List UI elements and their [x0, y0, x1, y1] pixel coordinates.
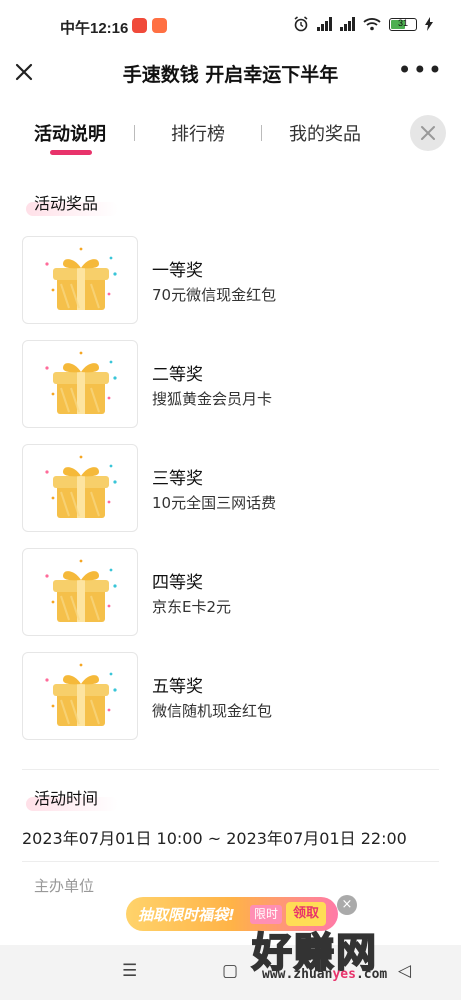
prize-thumbnail [22, 444, 138, 532]
prizes-section-title: 活动奖品 [26, 190, 118, 216]
prize-description: 10元全国三网话费 [152, 494, 277, 512]
divider [22, 769, 439, 770]
banner-text: 抽取限时福袋! [138, 906, 235, 924]
wifi-icon [363, 18, 381, 31]
prize-thumbnail [22, 652, 138, 740]
top-nav-bar: 手速数钱 开启幸运下半年 ••• [0, 50, 461, 98]
close-icon [421, 126, 435, 140]
prize-description: 京东E卡2元 [152, 598, 232, 616]
prize-rank: 五等奖 [152, 677, 203, 697]
prize-rank: 四等奖 [152, 573, 203, 593]
tab-leaderboard[interactable]: 排行榜 [171, 120, 225, 146]
charging-icon [425, 17, 433, 31]
prize-description: 70元微信现金红包 [152, 286, 277, 304]
prize-item: 三等奖 10元全国三网话费 [22, 444, 432, 532]
organizer-label: 主办单位 [34, 877, 95, 895]
tab-divider [261, 125, 262, 141]
tab-my-prizes[interactable]: 我的奖品 [289, 120, 361, 146]
prize-rank: 一等奖 [152, 261, 203, 281]
status-bar: 中午12:16 31 [0, 0, 461, 50]
prize-item: 一等奖 70元微信现金红包 [22, 236, 432, 324]
more-options-icon[interactable]: ••• [398, 58, 443, 82]
battery-level: 31 [397, 17, 408, 28]
prize-thumbnail [22, 236, 138, 324]
watermark: 好赚网 www.zhuanyes.com [251, 920, 452, 990]
tab-bar: 活动说明 排行榜 我的奖品 [0, 98, 461, 168]
time-section-title: 活动时间 [26, 785, 118, 811]
tab-activity-description[interactable]: 活动说明 [34, 120, 106, 146]
status-time: 中午12:16 [60, 20, 129, 37]
prize-description: 微信随机现金红包 [152, 702, 273, 720]
battery-icon: 31 [389, 17, 417, 31]
weibo-icon [132, 18, 147, 33]
app-notification-icon [152, 18, 167, 33]
status-indicators: 31 [293, 16, 433, 32]
prize-description: 搜狐黄金会员月卡 [152, 390, 273, 408]
activity-time-range: 2023年07月01日 10:00 ~ 2023年07月01日 22:00 [22, 829, 407, 848]
close-sheet-button[interactable] [410, 115, 446, 151]
page-title: 手速数钱 开启幸运下半年 [122, 64, 339, 86]
signal-icon [317, 17, 332, 31]
prize-item: 二等奖搜狐黄金会员月卡 [22, 340, 432, 428]
activity-sheet: 活动说明 排行榜 我的奖品 活动奖品 一等奖 70元微信现金红包 二等奖搜狐黄金会员… [0, 98, 461, 945]
prize-thumbnail [22, 340, 138, 428]
active-tab-indicator [50, 150, 92, 155]
prize-item: 五等奖微信随机现金红包 [22, 652, 432, 740]
signal-icon-2 [340, 17, 355, 31]
menu-key-icon[interactable]: ☰ [122, 961, 137, 981]
prize-rank: 三等奖 [152, 469, 203, 489]
prize-item: 四等奖京东E卡2元 [22, 548, 432, 636]
divider [22, 861, 439, 862]
alarm-icon [294, 16, 308, 32]
banner-close-button[interactable]: × [337, 895, 357, 915]
prize-rank: 二等奖 [152, 365, 203, 385]
tab-divider [134, 125, 135, 141]
prize-thumbnail [22, 548, 138, 636]
home-key-icon[interactable]: ▢ [222, 961, 238, 981]
watermark-url: www.zhuanyes.com [262, 967, 388, 982]
